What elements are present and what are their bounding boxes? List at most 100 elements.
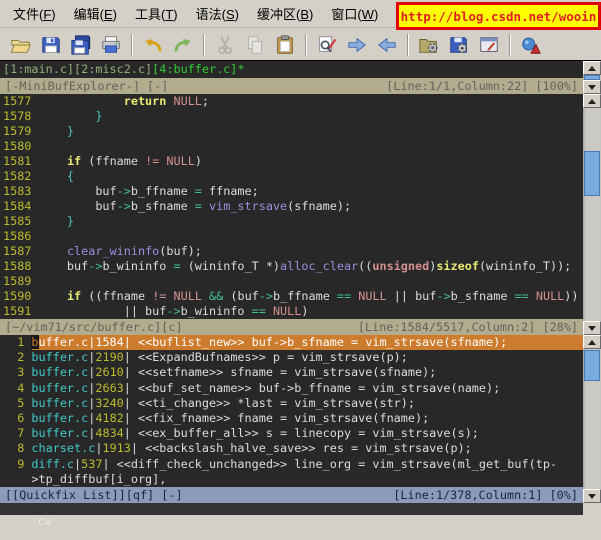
cut-icon — [211, 32, 239, 58]
redo-icon[interactable] — [169, 32, 197, 58]
line-number: 5 — [3, 396, 31, 410]
mbe-scroll-up-button[interactable] — [583, 61, 601, 75]
code-line[interactable]: 1581 if (ffname != NULL) — [0, 154, 583, 169]
minibufexplorer-statusline[interactable]: [-MiniBufExplorer-] [-] [Line:1/1,Column… — [0, 78, 583, 94]
code-scroll-up-button[interactable] — [583, 94, 601, 108]
quickfix-window[interactable]: 1 buffer.c|1584| <<buflist_new>> buf->b_… — [0, 335, 583, 487]
code-token: | <<diff_check_unchanged>> line_org = vi… — [102, 457, 557, 471]
code-window[interactable]: 1577 return NULL;1578 }1579 }1580 1581 i… — [0, 94, 583, 319]
code-line[interactable]: 1589 — [0, 274, 583, 289]
line-number: 1590 — [3, 289, 39, 303]
active-buffer-tab[interactable]: [4:buffer.c]* — [152, 62, 244, 76]
toolbar — [0, 29, 601, 60]
quickfix-entry[interactable]: 5 buffer.c|3240| <<ti_change>> *last = v… — [0, 396, 583, 411]
quickfix-entry[interactable]: 6 buffer.c|4182| <<fix_fname>> fname = v… — [0, 411, 583, 426]
code-line[interactable]: 1580 — [0, 139, 583, 154]
code-token: b_sfname — [131, 199, 195, 213]
menu-item-buffers[interactable]: 缓冲区(B) — [248, 0, 322, 27]
code-token: diff.c — [31, 457, 74, 471]
inactive-buffer-tabs[interactable]: [1:main.c][2:misc2.c] — [3, 62, 152, 76]
code-token: | <<backslash_halve_save>> res = vim_str… — [131, 441, 472, 455]
code-token — [266, 304, 273, 318]
code-scrollbar[interactable] — [583, 94, 601, 335]
code-token: -> — [117, 184, 131, 198]
find-prev-icon[interactable] — [373, 32, 401, 58]
code-token: clear_wininfo — [67, 244, 159, 258]
menu-item-edit[interactable]: 编辑(E) — [65, 0, 126, 27]
minibufexplorer-window[interactable]: [1:main.c][2:misc2.c][4:buffer.c]* — [0, 61, 583, 78]
code-line[interactable]: 1591 || buf->b_wininfo == NULL) — [0, 304, 583, 319]
find-replace-icon[interactable] — [313, 32, 341, 58]
code-line[interactable]: 1585 } — [0, 214, 583, 229]
code-token: NULL — [358, 289, 386, 303]
toolbar-separator — [407, 34, 409, 56]
save-session-icon[interactable] — [445, 32, 473, 58]
quickfix-scrollbar[interactable] — [583, 335, 601, 503]
code-token: 2610 — [95, 365, 123, 379]
code-token: } — [39, 124, 75, 138]
line-number: 1587 — [3, 244, 39, 258]
buffer-list-line[interactable]: [1:main.c][2:misc2.c][4:buffer.c]* — [0, 61, 583, 78]
quickfix-entry-selected[interactable]: 1 buffer.c|1584| <<buflist_new>> buf->b_… — [0, 335, 583, 350]
quickfix-status-right: [Line:1/378,Column:1] [0%] — [393, 487, 578, 503]
buffer-statusline[interactable]: [~/vim71/src/buffer.c][c] [Line:1584/551… — [0, 319, 583, 335]
build-tags-icon[interactable] — [517, 32, 545, 58]
scroll-down-icon — [588, 85, 596, 90]
code-line[interactable]: 1590 if ((ffname != NULL && (buf->b_ffna… — [0, 289, 583, 304]
code-token: 3240 — [95, 396, 123, 410]
code-line[interactable]: 1583 buf->b_ffname = ffname; — [0, 184, 583, 199]
menu-item-syntax[interactable]: 语法(S) — [187, 0, 248, 27]
quickfix-entry[interactable]: 8 charset.c|1913| <<backslash_halve_save… — [0, 441, 583, 456]
scroll-up-icon — [588, 66, 596, 71]
quickfix-entry[interactable]: 3 buffer.c|2610| <<setfname>> sfname = v… — [0, 365, 583, 380]
code-line[interactable]: 1588 buf->b_wininfo = (wininfo_T *)alloc… — [0, 259, 583, 274]
cursor-block: b — [31, 335, 38, 349]
code-line[interactable]: 1579 } — [0, 124, 583, 139]
quickfix-statusline[interactable]: [[Quickfix List]][qf] [-] [Line:1/378,Co… — [0, 487, 583, 503]
code-line[interactable]: 1577 return NULL; — [0, 94, 583, 109]
find-next-icon[interactable] — [343, 32, 371, 58]
quickfix-scroll-up-button[interactable] — [583, 335, 601, 349]
save-file-icon[interactable] — [37, 32, 65, 58]
quickfix-entry[interactable]: 7 buffer.c|4834| <<ex_buffer_all>> s = l… — [0, 426, 583, 441]
code-line[interactable]: 1586 — [0, 229, 583, 244]
code-token: -> — [259, 289, 273, 303]
code-line[interactable]: 1578 } — [0, 109, 583, 124]
code-token: ; — [202, 94, 209, 108]
code-token: | <<ex_buffer_all>> s = linecopy = vim_s… — [124, 426, 479, 440]
code-line[interactable]: 1584 buf->b_sfname = vim_strsave(sfname)… — [0, 199, 583, 214]
code-scroll-down-button[interactable] — [583, 321, 601, 335]
mbe-scroll-down-button[interactable] — [583, 80, 601, 94]
code-token: != — [152, 289, 166, 303]
undo-icon[interactable] — [139, 32, 167, 58]
run-script-icon[interactable] — [475, 32, 503, 58]
code-token: NULL — [174, 289, 202, 303]
code-token: -> — [166, 304, 180, 318]
paste-icon[interactable] — [271, 32, 299, 58]
quickfix-entry[interactable]: 2 buffer.c|2190| <<ExpandBufnames>> p = … — [0, 350, 583, 365]
code-token: (ffname — [81, 154, 145, 168]
code-token: NULL — [273, 304, 301, 318]
code-token: | <<fix_fname>> fname = vim_strsave(fnam… — [124, 411, 429, 425]
mbe-scrollbar[interactable] — [583, 61, 601, 94]
load-session-icon[interactable] — [415, 32, 443, 58]
toolbar-separator — [203, 34, 205, 56]
code-line[interactable]: 1587 clear_wininfo(buf); — [0, 244, 583, 259]
quickfix-scroll-down-button[interactable] — [583, 489, 601, 503]
quickfix-entry[interactable]: 4 buffer.c|2663| <<buf_set_name>> buf->b… — [0, 381, 583, 396]
quickfix-entry[interactable]: >tp_diffbuf[i_org], — [0, 472, 583, 487]
save-all-icon[interactable] — [67, 32, 95, 58]
code-token: NULL — [536, 289, 564, 303]
code-token: unsigned — [372, 259, 429, 273]
quickfix-entry[interactable]: 9 diff.c|537| <<diff_check_unchanged>> l… — [0, 457, 583, 472]
print-icon[interactable] — [97, 32, 125, 58]
menu-item-tools[interactable]: 工具(T) — [126, 0, 187, 27]
menu-item-window[interactable]: 窗口(W) — [322, 0, 387, 27]
open-file-icon[interactable] — [7, 32, 35, 58]
code-scroll-thumb[interactable] — [584, 151, 600, 196]
quickfix-scroll-thumb[interactable] — [584, 350, 600, 381]
line-number: 1579 — [3, 124, 39, 138]
menu-item-file[interactable]: 文件(F) — [4, 0, 65, 27]
code-line[interactable]: 1582 { — [0, 169, 583, 184]
command-line[interactable]: :cw — [0, 503, 583, 515]
